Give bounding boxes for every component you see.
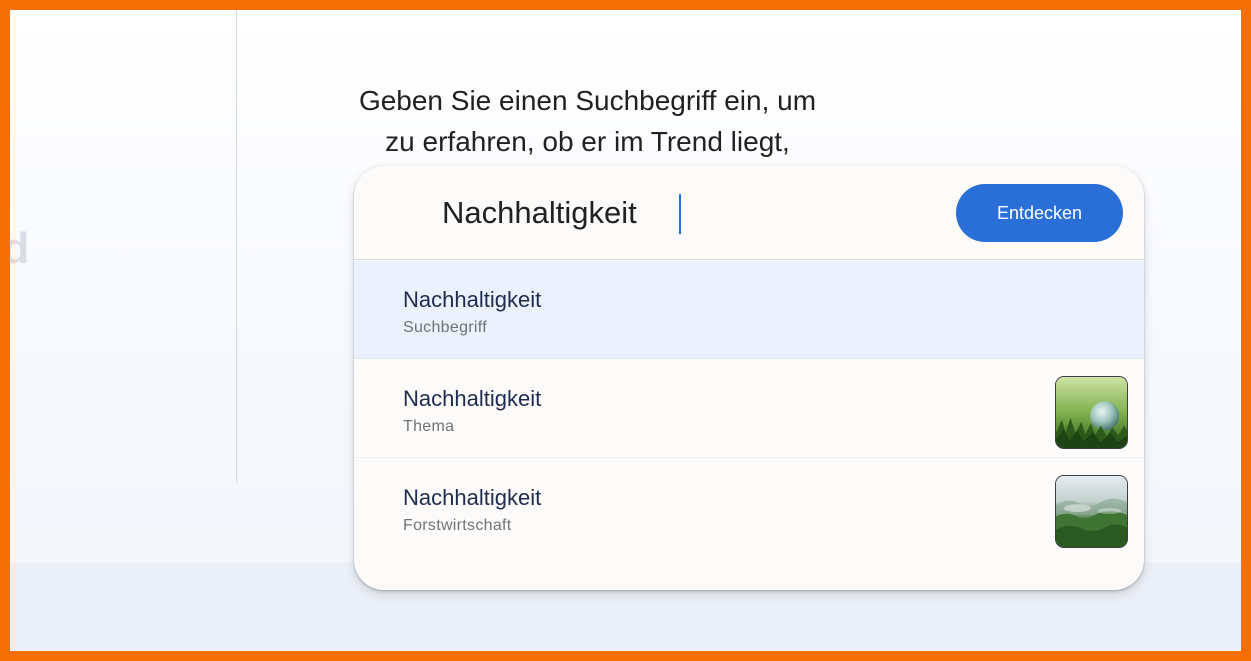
suggestion-item-forestry[interactable]: Nachhaltigkeit Forstwirtschaft: [354, 459, 1144, 557]
suggestion-subtitle: Thema: [403, 418, 455, 435]
text-caret: [679, 194, 681, 234]
suggestion-title: Nachhaltigkeit: [403, 287, 542, 312]
misty-forest-image: [1055, 475, 1128, 548]
search-card: Entdecken Nachhaltigkeit Suchbegriff Nac…: [354, 166, 1144, 590]
suggestion-title: Nachhaltigkeit: [403, 386, 542, 411]
left-panel: e nds: hland: [10, 10, 237, 483]
search-input[interactable]: [442, 190, 962, 236]
suggestion-item-topic[interactable]: Nachhaltigkeit Thema: [354, 360, 1144, 458]
search-prompt: Geben Sie einen Suchbegriff ein, um zu e…: [358, 85, 817, 157]
globe-in-grass-image: [1055, 376, 1128, 449]
suggestion-item-search-term[interactable]: Nachhaltigkeit Suchbegriff: [354, 261, 1144, 359]
suggestion-subtitle: Suchbegriff: [403, 319, 487, 336]
suggestion-subtitle: Forstwirtschaft: [403, 517, 512, 534]
search-row: Entdecken: [354, 166, 1144, 260]
explore-button[interactable]: Entdecken: [956, 184, 1123, 242]
screenshot-frame: e nds: hland Geben Sie einen Suchbegriff…: [0, 0, 1251, 661]
suggestion-title: Nachhaltigkeit: [403, 485, 542, 510]
left-panel-title: e nds: hland: [10, 94, 236, 280]
